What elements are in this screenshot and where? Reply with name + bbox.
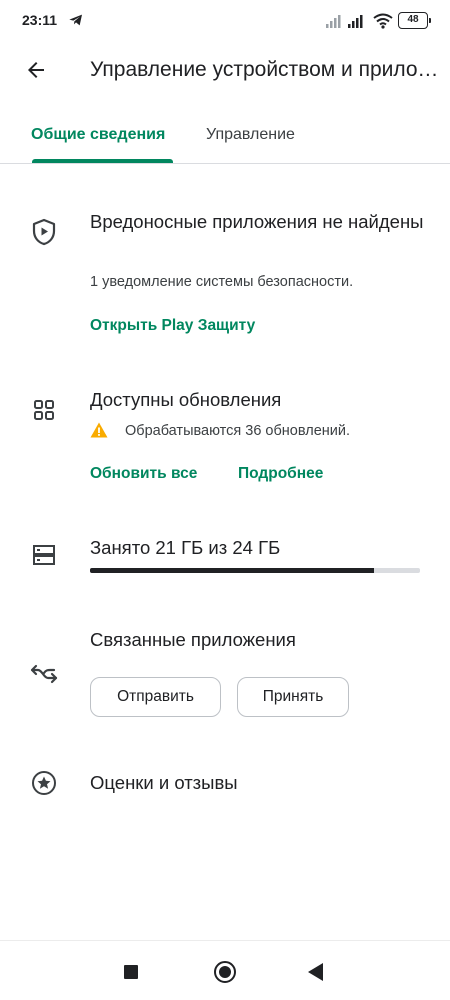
back-triangle-icon[interactable] (308, 963, 323, 981)
nearby-share-icon (30, 660, 58, 688)
status-bar: 23:11 48 (0, 0, 450, 42)
page-title: Управление устройством и приложениями (90, 58, 440, 81)
tab-indicator (32, 159, 173, 163)
related-apps-title: Связанные приложения (90, 629, 296, 650)
recents-icon[interactable] (124, 965, 138, 979)
wifi-icon (373, 13, 393, 29)
system-nav-bar (0, 940, 450, 1000)
ratings-reviews-item[interactable]: Оценки и отзывы (90, 768, 238, 797)
status-time: 23:11 (22, 12, 58, 28)
app-bar: Управление устройством и приложениями (0, 42, 450, 98)
battery-level: 48 (407, 14, 419, 25)
security-subtitle: 1 уведомление системы безопасности. (90, 274, 354, 290)
telegram-icon (69, 14, 82, 26)
arrow-back-icon (28, 62, 44, 78)
update-all-link[interactable]: Обновить все (90, 465, 197, 483)
updates-title: Доступны обновления (90, 389, 282, 410)
details-link[interactable]: Подробнее (238, 465, 323, 483)
warning-icon (90, 422, 108, 438)
updates-subtitle: Обрабатываются 36 обновлений. (125, 423, 350, 439)
storage-title: Занято 21 ГБ из 24 ГБ (90, 537, 281, 558)
security-title: Вредоносные приложения не найдены (90, 211, 424, 232)
tab-bar: Общие сведения Управление (0, 112, 450, 164)
receive-button[interactable]: Принять (237, 677, 349, 717)
home-icon[interactable] (214, 961, 236, 983)
apps-grid-icon (30, 396, 58, 424)
tab-manage[interactable]: Управление (206, 126, 295, 144)
star-circle-icon (30, 769, 58, 797)
shield-play-icon (30, 218, 58, 246)
back-button[interactable] (18, 52, 54, 88)
storage-progress-bar (90, 568, 420, 573)
signal-icon (326, 15, 341, 28)
storage-icon (30, 541, 58, 569)
storage-progress-fill (90, 568, 374, 573)
battery-icon: 48 (398, 12, 431, 29)
open-play-protect-link[interactable]: Открыть Play Защиту (90, 317, 255, 335)
tab-overview[interactable]: Общие сведения (31, 126, 165, 144)
send-button[interactable]: Отправить (90, 677, 221, 717)
signal-icon (348, 15, 363, 28)
